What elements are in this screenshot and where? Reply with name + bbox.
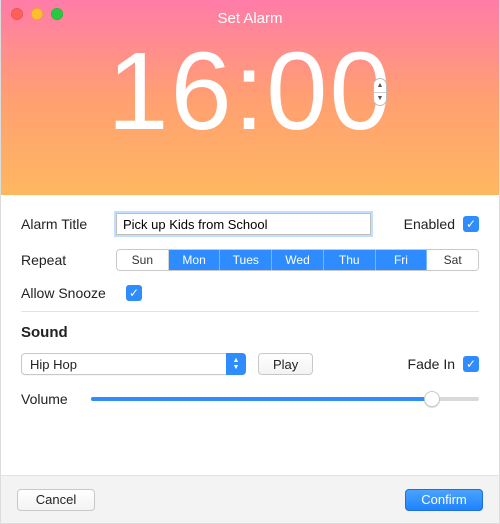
- volume-fill: [91, 397, 432, 401]
- time-stepper-down-icon[interactable]: ▼: [374, 93, 386, 106]
- chevron-up-down-icon: ▲▼: [226, 353, 246, 375]
- window-controls: [11, 8, 63, 20]
- fade-in-checkbox[interactable]: ✓: [463, 356, 479, 372]
- repeat-day-wed[interactable]: Wed: [272, 250, 324, 270]
- header: Set Alarm 16:00 ▲ ▼: [1, 0, 499, 195]
- window-title: Set Alarm: [1, 10, 499, 27]
- repeat-day-sat[interactable]: Sat: [427, 250, 478, 270]
- time-stepper-up-icon[interactable]: ▲: [374, 79, 386, 93]
- repeat-day-fri[interactable]: Fri: [376, 250, 428, 270]
- repeat-day-segmented[interactable]: SunMonTuesWedThuFriSat: [116, 249, 479, 271]
- repeat-day-tues[interactable]: Tues: [220, 250, 272, 270]
- divider: [21, 311, 479, 312]
- allow-snooze-label: Allow Snooze: [21, 285, 126, 301]
- footer: Cancel Confirm: [1, 475, 499, 523]
- sound-section-title: Sound: [21, 324, 479, 341]
- enabled-checkbox[interactable]: ✓: [463, 216, 479, 232]
- sound-select[interactable]: Hip Hop ▲▼: [21, 353, 246, 375]
- volume-slider[interactable]: [91, 389, 479, 409]
- enabled-label: Enabled: [404, 216, 455, 232]
- alarm-title-input[interactable]: [116, 213, 371, 235]
- volume-label: Volume: [21, 391, 91, 407]
- zoom-window-button[interactable]: [51, 8, 63, 20]
- play-sound-button[interactable]: Play: [258, 353, 313, 375]
- sound-select-value: Hip Hop: [21, 353, 246, 375]
- minimize-window-button[interactable]: [31, 8, 43, 20]
- fade-in-label: Fade In: [408, 356, 455, 372]
- form-content: Alarm Title Enabled ✓ Repeat SunMonTuesW…: [1, 195, 499, 409]
- cancel-button[interactable]: Cancel: [17, 489, 95, 511]
- volume-track: [91, 397, 479, 401]
- alarm-title-label: Alarm Title: [21, 216, 116, 232]
- confirm-button[interactable]: Confirm: [405, 489, 483, 511]
- allow-snooze-checkbox[interactable]: ✓: [126, 285, 142, 301]
- set-alarm-window: Set Alarm 16:00 ▲ ▼ Alarm Title Enabled …: [0, 0, 500, 524]
- alarm-time-display: 16:00: [107, 37, 392, 147]
- repeat-day-mon[interactable]: Mon: [169, 250, 221, 270]
- repeat-day-thu[interactable]: Thu: [324, 250, 376, 270]
- volume-thumb[interactable]: [424, 391, 440, 407]
- repeat-day-sun[interactable]: Sun: [117, 250, 169, 270]
- close-window-button[interactable]: [11, 8, 23, 20]
- time-stepper[interactable]: ▲ ▼: [373, 78, 387, 106]
- repeat-label: Repeat: [21, 252, 116, 268]
